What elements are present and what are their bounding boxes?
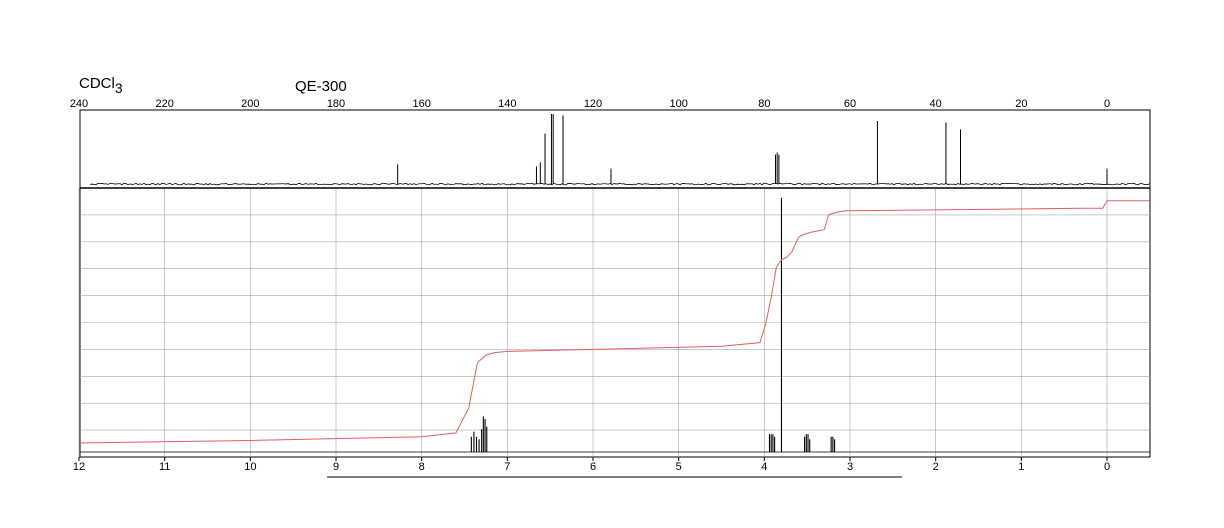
h1-integral-curve [78,200,1150,444]
h1-grid [78,188,1150,457]
c13-tick-label: 80 [758,98,770,110]
c13-tick-label: 0 [1104,98,1110,110]
c13-tick-label: 180 [327,98,345,110]
c13-axis-tick-labels: 240 220 200 180 160 140 120 100 80 60 40 20 0 [70,98,1110,110]
c13-tick-label: 200 [241,98,259,110]
h1-tick-label: 4 [761,461,767,473]
c13-tick-label: 140 [498,98,516,110]
h1-tick-label: 11 [159,461,170,473]
h1-tick-label: 8 [419,461,425,473]
c13-tick-label: 20 [1015,98,1027,110]
c13-tick-label: 160 [412,98,430,110]
h1-tick-label: 3 [847,461,853,473]
h1-peaks [470,198,836,452]
nmr-spectrum-figure: 240 220 200 180 160 140 120 100 80 60 40 20 0 12 11 10… [70,98,1151,478]
plot-frame [79,109,1151,458]
h1-axis-ticks: 12 11 10 9 8 7 6 5 4 3 2 1 0 [73,457,1110,473]
c13-tick-label: 40 [930,98,942,110]
h1-tick-label: 7 [504,461,510,473]
h1-tick-label: 5 [676,461,682,473]
h1-tick-label: 12 [73,461,85,473]
h1-tick-label: 0 [1104,461,1110,473]
c13-tick-label: 240 [70,98,88,110]
h1-tick-label: 9 [333,461,339,473]
c13-tick-label: 100 [669,98,687,110]
c13-baseline-noise [89,182,1151,186]
c13-peaks [397,114,1108,184]
h1-tick-label: 2 [933,461,939,473]
h1-tick-label: 1 [1018,461,1024,473]
c13-tick-label: 60 [844,98,856,110]
c13-tick-label: 120 [584,98,602,110]
c13-tick-label: 220 [155,98,173,110]
h1-tick-label: 10 [244,461,256,473]
h1-tick-label: 6 [590,461,596,473]
